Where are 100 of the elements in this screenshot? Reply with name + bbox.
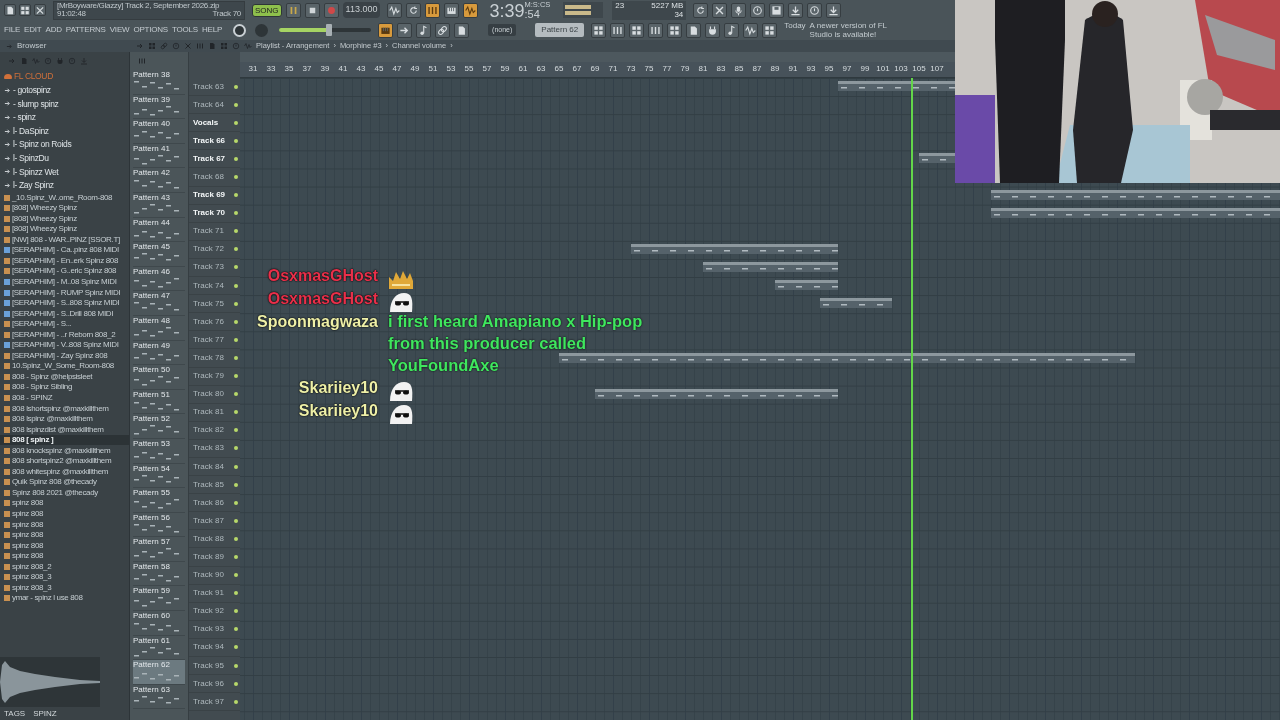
track-dot-icon[interactable] (234, 536, 238, 541)
pattern-item[interactable]: Pattern 50 (133, 365, 185, 390)
track-name[interactable]: Track 66 (193, 134, 226, 147)
browser-file[interactable]: 808 lshortspinz @maxkillthem (0, 403, 129, 414)
track-dot-icon[interactable] (234, 609, 238, 614)
pattern-item[interactable]: Pattern 49 (133, 340, 185, 366)
pattern-clip[interactable] (595, 388, 838, 399)
pattern-selector[interactable]: Pattern 62 (535, 23, 585, 37)
pattern-clip[interactable] (775, 280, 838, 291)
window-button[interactable] (591, 22, 607, 38)
browser-file[interactable]: Quik Spinz 808 @thecady (0, 477, 129, 488)
toolbar-button[interactable] (807, 2, 823, 18)
track-name[interactable]: Track 88 (193, 532, 224, 545)
browser-file[interactable]: [SERAPHIM] - En..erk Spinz 808 (0, 255, 129, 267)
menu-item[interactable]: OPTIONS (133, 24, 168, 36)
pattern-item[interactable]: Pattern 58 (133, 561, 185, 587)
track-dot-icon[interactable] (234, 446, 238, 451)
mode-button[interactable] (463, 2, 479, 18)
track-dot-icon[interactable] (234, 84, 238, 89)
stop-button[interactable] (304, 2, 320, 18)
pattern-item[interactable]: Pattern 40 (133, 119, 185, 144)
menu-item[interactable]: VIEW (109, 24, 130, 36)
toolbar-button[interactable] (712, 2, 728, 18)
track-dot-icon[interactable] (234, 645, 238, 650)
pattern-clip[interactable] (919, 153, 955, 164)
browser-tab[interactable]: TAGS (4, 709, 26, 720)
track-name[interactable]: Track 82 (193, 424, 224, 437)
track-name[interactable]: Track 74 (193, 279, 224, 292)
tool-button[interactable] (416, 22, 432, 38)
browser-file[interactable]: 808 whitespinz @maxkillthem (0, 466, 129, 478)
song-mode-button[interactable]: SONG (252, 3, 282, 17)
window-button[interactable] (724, 22, 740, 38)
window-button[interactable] (667, 22, 683, 38)
track-dot-icon[interactable] (234, 211, 238, 216)
pattern-item[interactable]: Pattern 48 (133, 315, 185, 341)
track-name[interactable]: Track 96 (193, 677, 224, 690)
track-dot-icon[interactable] (234, 591, 238, 596)
browser-file[interactable]: [NW] 808 - WAR..PINZ [SSOR.T] (0, 234, 129, 246)
mode-button[interactable] (387, 2, 403, 18)
browser-folder[interactable]: l- SpinzDu (0, 151, 129, 166)
browser-file[interactable]: 808 shortspinz2 @maxkillthem (0, 456, 129, 467)
pattern-item[interactable]: Pattern 62 (133, 660, 185, 685)
pattern-item[interactable]: Pattern 63 (133, 684, 185, 710)
track-name[interactable]: Track 93 (193, 623, 224, 636)
tool-button[interactable] (378, 22, 394, 38)
track-name[interactable]: Track 87 (193, 514, 224, 527)
track-dot-icon[interactable] (234, 663, 238, 668)
track-dot-icon[interactable] (234, 319, 238, 324)
browser-file[interactable]: _10.Spinz_W..ome_Room-808 (0, 192, 129, 203)
browser-file[interactable]: ymar - spinz l use 808 (0, 593, 129, 604)
pattern-clip[interactable] (703, 262, 838, 272)
track-dot-icon[interactable] (234, 482, 238, 487)
pattern-clip[interactable] (838, 81, 955, 91)
pattern-clip[interactable] (631, 243, 838, 254)
track-name[interactable]: Track 72 (193, 243, 224, 256)
track-dot-icon[interactable] (234, 247, 238, 252)
pattern-item[interactable]: Pattern 55 (133, 488, 185, 513)
browser-file[interactable]: [SERAPHIM] - Zay Spinz 808 (0, 350, 129, 362)
overview-scrollbar[interactable] (240, 52, 955, 62)
track-name[interactable]: Track 84 (193, 460, 224, 473)
browser-file[interactable]: [SERAPHIM] - S..Drill 808 MIDI (0, 308, 129, 319)
pattern-item[interactable]: Pattern 43 (133, 192, 185, 218)
pattern-item[interactable]: Pattern 45 (133, 242, 185, 267)
track-name[interactable]: Track 94 (193, 641, 224, 654)
track-name[interactable]: Track 97 (193, 695, 224, 708)
browser-folder[interactable]: l- Spinz on Roids (0, 137, 129, 152)
track-name[interactable]: Track 77 (193, 333, 224, 346)
browser-file[interactable]: Spinz 808 2021 @thecady (0, 487, 129, 499)
track-name[interactable]: Track 64 (193, 98, 224, 111)
browser-folder[interactable]: l- Spinzz Wet (0, 165, 129, 179)
track-name[interactable]: Track 70 (193, 207, 226, 220)
window-button[interactable] (648, 22, 664, 38)
playhead-line[interactable] (910, 78, 913, 720)
mode-button[interactable] (425, 2, 441, 18)
mode-button[interactable] (444, 2, 460, 18)
menu-item[interactable]: HELP (202, 24, 223, 36)
track-dot-icon[interactable] (234, 337, 238, 342)
browser-tab[interactable]: SPINZ (33, 709, 57, 720)
slider-thumb[interactable] (325, 24, 332, 36)
window-control-button[interactable] (4, 4, 16, 16)
track-name[interactable]: Track 71 (193, 225, 224, 238)
playlist-grid[interactable] (240, 78, 1280, 720)
pattern-item[interactable]: Pattern 46 (133, 266, 185, 292)
knob-icon[interactable] (233, 23, 247, 37)
track-name[interactable]: Track 91 (193, 587, 224, 600)
menu-item[interactable]: EDIT (24, 24, 42, 36)
pattern-item[interactable]: Pattern 56 (133, 512, 185, 538)
window-control-button[interactable] (34, 4, 46, 16)
toolbar-button[interactable] (769, 2, 785, 18)
track-dot-icon[interactable] (234, 627, 238, 632)
pattern-item[interactable]: Pattern 54 (133, 463, 185, 489)
track-name[interactable]: Track 80 (193, 388, 224, 401)
window-button[interactable] (705, 22, 721, 38)
browser-file[interactable]: spinz 808 (0, 519, 129, 530)
menu-item[interactable]: PATTERNS (65, 24, 106, 36)
track-dot-icon[interactable] (234, 102, 238, 107)
track-dot-icon[interactable] (234, 355, 238, 360)
track-name[interactable]: Track 78 (193, 351, 224, 364)
browser-file[interactable]: 808 [ spinz ] (0, 434, 129, 446)
window-button[interactable] (629, 22, 645, 38)
